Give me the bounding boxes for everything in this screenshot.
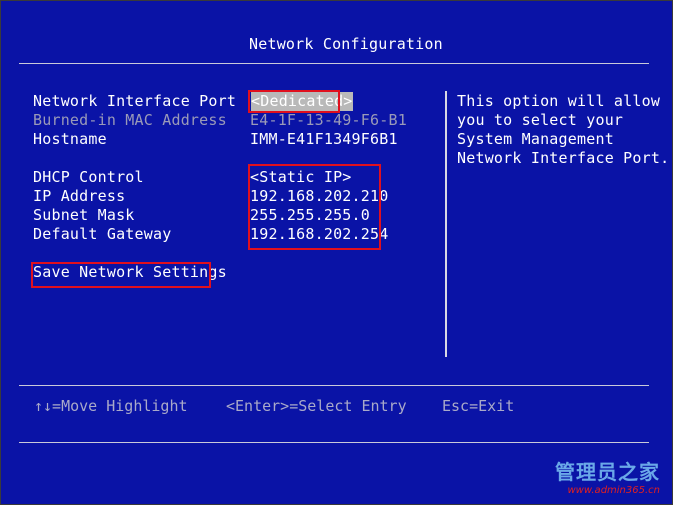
hostname-label[interactable]: Hostname — [33, 130, 107, 149]
watermark-logo: 管理员之家 www.admin365.cn — [555, 456, 660, 496]
hostname-value[interactable]: IMM-E41F1349F6B1 — [250, 130, 398, 149]
help-divider — [445, 91, 447, 357]
help-line-1: This option will allow — [457, 92, 661, 110]
default-gateway-label[interactable]: Default Gateway — [33, 225, 171, 244]
help-line-4: Network Interface Port. — [457, 149, 670, 167]
annotation-box-ip-settings — [248, 164, 381, 250]
exit-hint: Esc=Exit — [442, 397, 515, 415]
subnet-mask-label[interactable]: Subnet Mask — [33, 206, 135, 225]
move-highlight-hint: ↑↓=Move Highlight — [34, 397, 188, 415]
help-line-3: System Management — [457, 130, 614, 148]
select-entry-hint: <Enter>=Select Entry — [226, 397, 407, 415]
watermark-url: www.admin365.cn — [567, 485, 660, 496]
title-divider — [19, 63, 649, 64]
help-line-2: you to select your — [457, 111, 624, 129]
annotation-box-save — [31, 262, 211, 288]
watermark-title: 管理员之家 — [555, 460, 660, 484]
network-interface-port-label[interactable]: Network Interface Port — [33, 92, 236, 111]
mac-address-label: Burned-in MAC Address — [33, 111, 227, 129]
footer-bottom-divider — [19, 442, 649, 443]
ip-address-label[interactable]: IP Address — [33, 187, 125, 206]
dhcp-control-label[interactable]: DHCP Control — [33, 168, 144, 187]
page-title: Network Configuration — [249, 35, 443, 53]
annotation-box-port — [248, 90, 340, 113]
footer-top-divider — [19, 385, 649, 386]
bios-screen: Network Configuration Network Interface … — [0, 0, 673, 505]
mac-address-value: E4-1F-13-49-F6-B1 — [250, 111, 407, 129]
